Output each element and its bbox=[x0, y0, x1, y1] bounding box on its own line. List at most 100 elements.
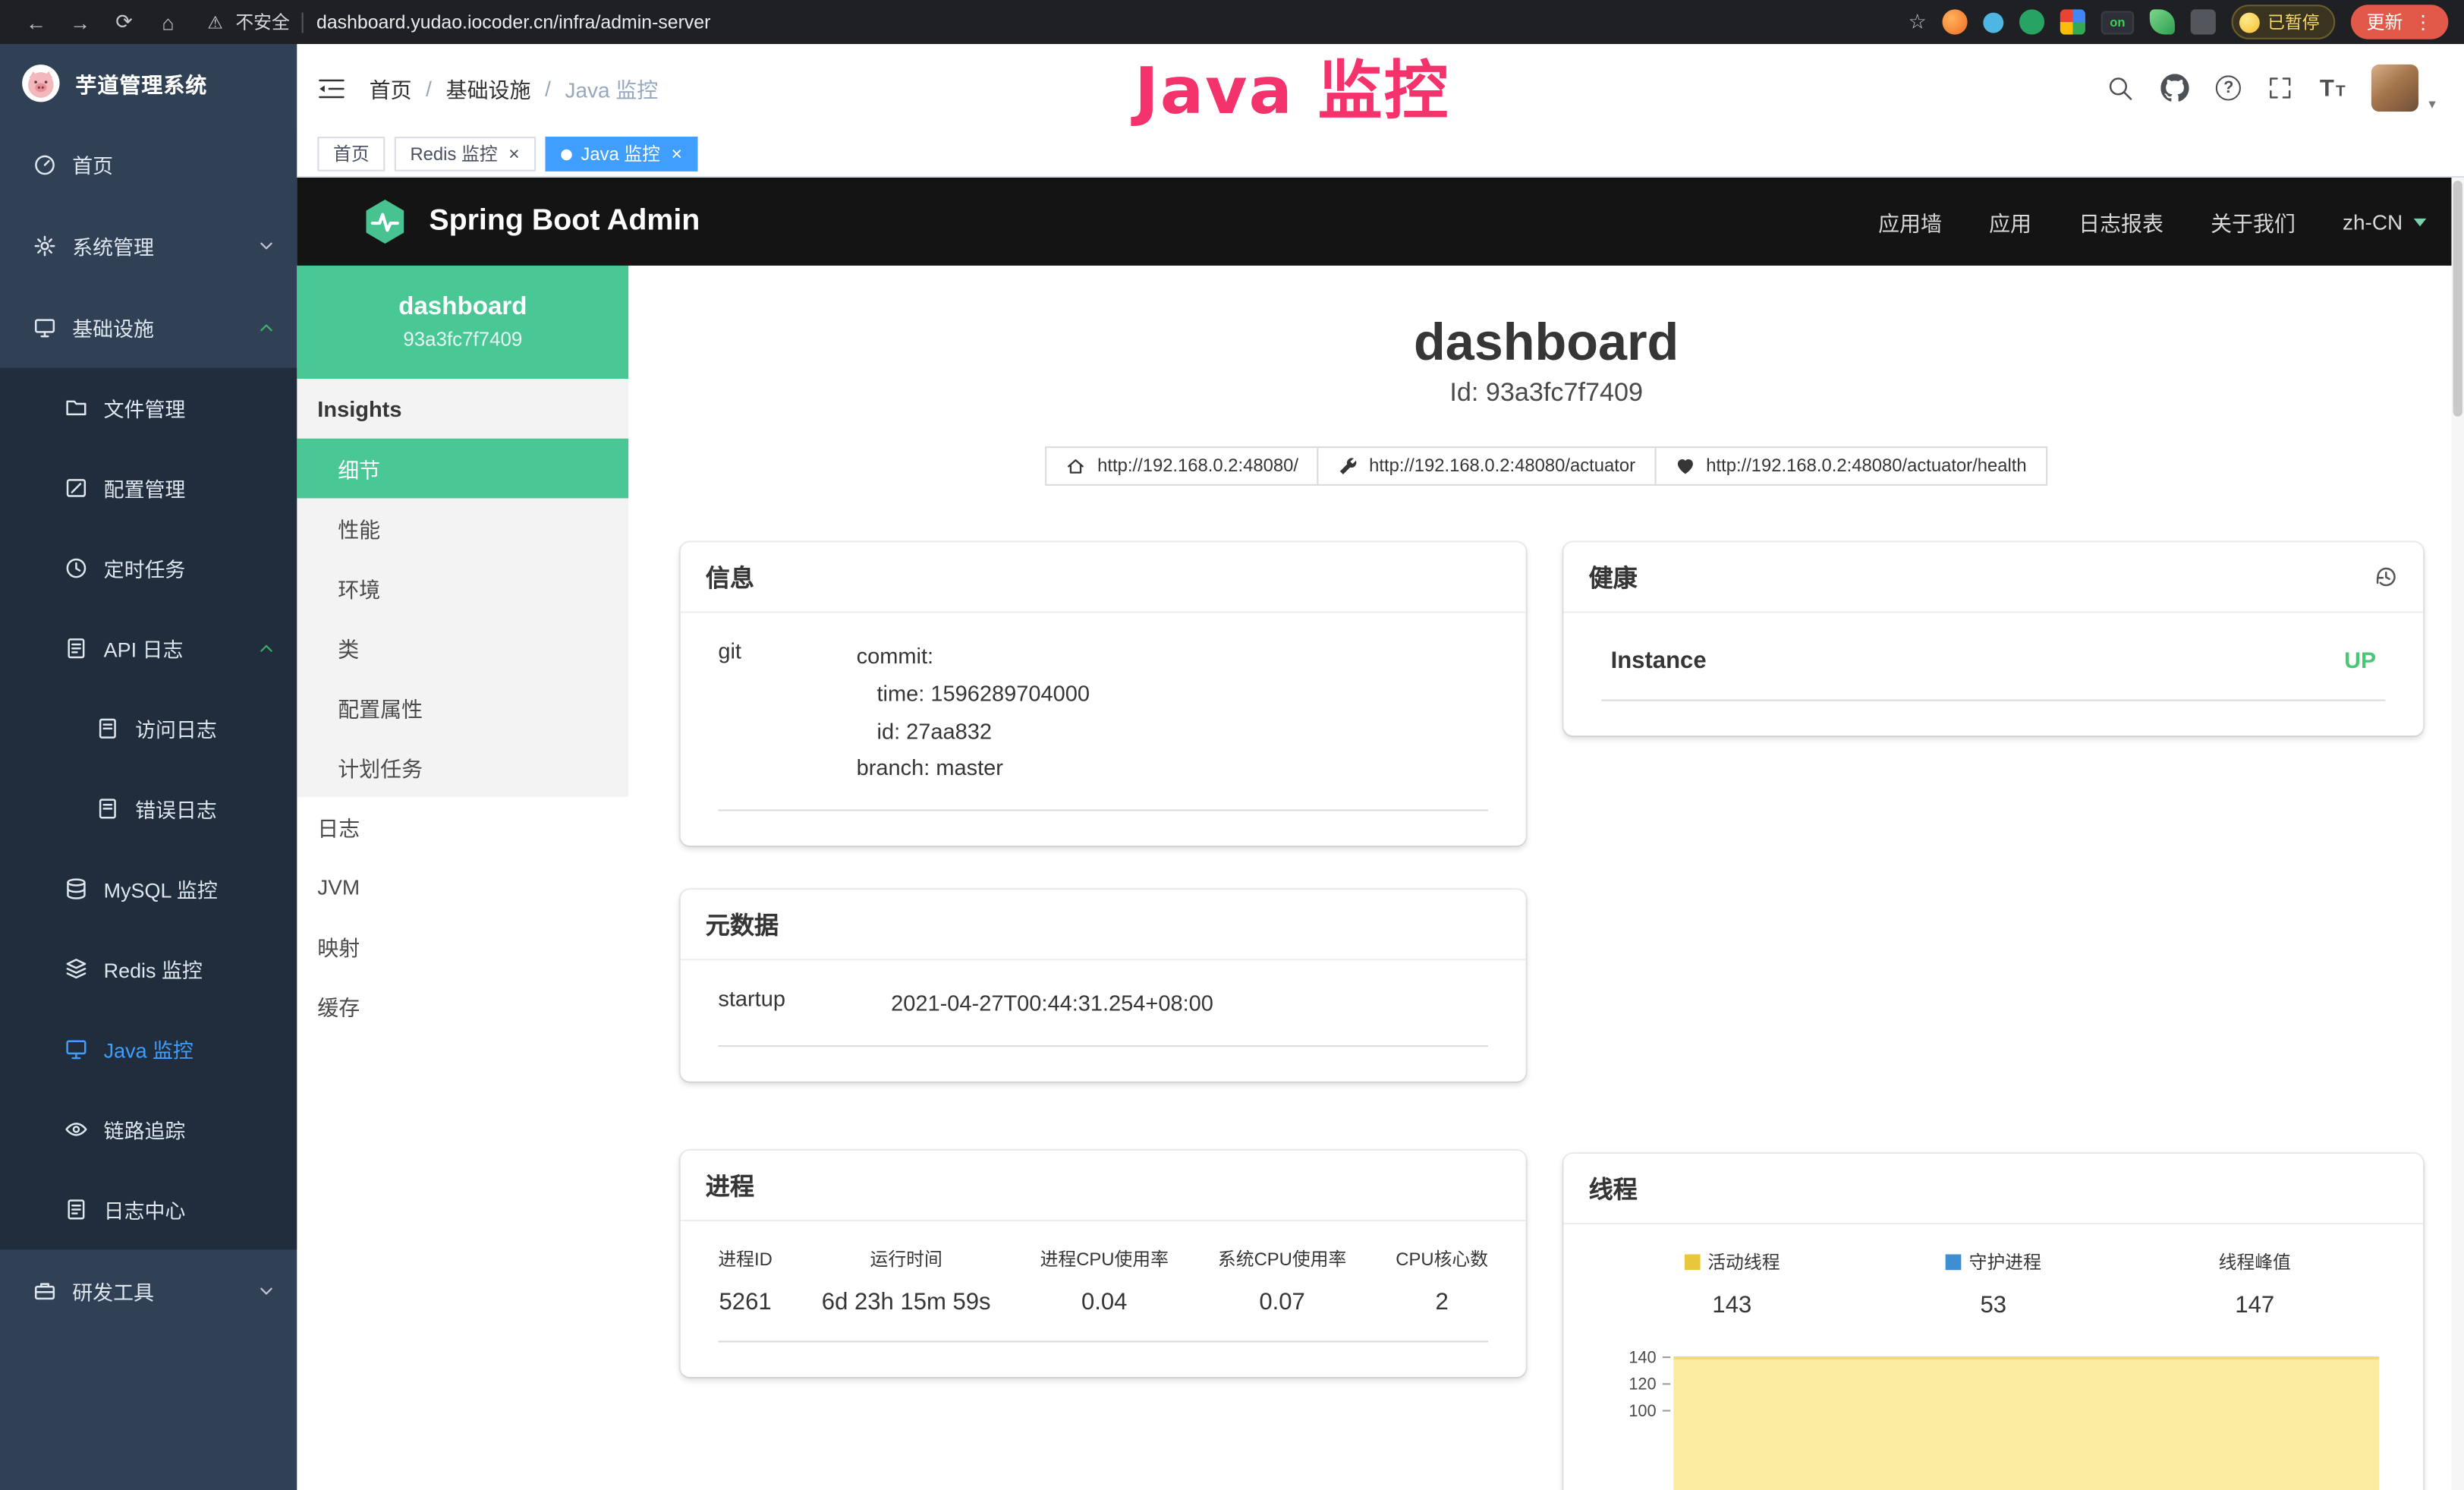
back-button[interactable]: ← bbox=[16, 3, 57, 41]
sidebar-item-infrastructure[interactable]: 基础设施 bbox=[0, 286, 297, 368]
font-size-icon[interactable]: TT bbox=[2320, 74, 2346, 101]
sidebar-item-log-center[interactable]: 日志中心 bbox=[0, 1170, 297, 1250]
stat-label: 进程ID bbox=[718, 1246, 772, 1271]
instance-home-link[interactable]: http://192.168.0.2:48080/ bbox=[1046, 446, 1319, 486]
sidebar-fold-icon[interactable] bbox=[317, 76, 345, 99]
user-avatar[interactable] bbox=[2372, 65, 2419, 112]
search-icon[interactable] bbox=[2107, 74, 2134, 101]
sidebar-item-dev-tools[interactable]: 研发工具 bbox=[0, 1249, 297, 1331]
reload-button[interactable]: ⟳ bbox=[104, 3, 145, 41]
sba-item-classes[interactable]: 类 bbox=[297, 618, 628, 678]
url-text[interactable]: dashboard.yudao.iocoder.cn/infra/admin-s… bbox=[316, 11, 710, 33]
sba-item-environment[interactable]: 环境 bbox=[297, 558, 628, 618]
security-label[interactable]: 不安全 bbox=[235, 9, 289, 34]
avatar-caret-icon[interactable]: ▾ bbox=[2428, 95, 2435, 112]
health-history-icon[interactable] bbox=[2373, 564, 2398, 589]
tick-mark bbox=[1663, 1410, 1670, 1412]
extension-on-badge-icon[interactable]: on bbox=[2101, 10, 2134, 33]
address-bar[interactable]: ⚠ 不安全 dashboard.yudao.iocoder.cn/infra/a… bbox=[207, 9, 1886, 34]
sidebar-item-scheduled-jobs[interactable]: 定时任务 bbox=[0, 528, 297, 609]
app-frame: 芋道管理系统 首页 系统管理 基础设施 bbox=[0, 44, 2464, 1490]
legend-value: 147 bbox=[2124, 1292, 2385, 1318]
stat-value: 0.07 bbox=[1218, 1289, 1346, 1315]
update-button[interactable]: 更新 ⋮ bbox=[2351, 5, 2448, 39]
github-icon[interactable] bbox=[2161, 74, 2189, 102]
extensions-puzzle-icon[interactable] bbox=[2191, 9, 2216, 34]
breadcrumb-home[interactable]: 首页 bbox=[370, 72, 412, 103]
info-key: git bbox=[718, 638, 856, 788]
heart-icon bbox=[1675, 456, 1695, 477]
sidebar-item-config-mgmt[interactable]: 配置管理 bbox=[0, 448, 297, 528]
browser-menu-icon[interactable]: ⋮ bbox=[2414, 11, 2433, 33]
sba-item-details[interactable]: 细节 bbox=[297, 439, 628, 499]
sba-instance-block[interactable]: dashboard 93a3fc7f7409 bbox=[297, 266, 628, 379]
sba-item-jvm[interactable]: JVM bbox=[297, 857, 628, 917]
sidebar-item-java-monitor[interactable]: Java 监控 bbox=[0, 1009, 297, 1089]
extension-grid-icon[interactable] bbox=[2060, 9, 2085, 34]
scrollbar-thumb[interactable] bbox=[2453, 181, 2462, 417]
sba-nav-applications[interactable]: 应用 bbox=[1989, 206, 2031, 237]
sidebar-item-error-logs[interactable]: 错误日志 bbox=[0, 769, 297, 849]
tag-redis-monitor[interactable]: Redis 监控 × bbox=[395, 137, 536, 172]
extension-leaf-icon[interactable] bbox=[2150, 9, 2175, 34]
metadata-card: 元数据 startup 2021-04-27T00:44:31.254+08:0… bbox=[681, 890, 1526, 1081]
sidebar-item-access-logs[interactable]: 访问日志 bbox=[0, 688, 297, 769]
sba-language-select[interactable]: zh-CN bbox=[2343, 209, 2426, 233]
breadcrumb-infrastructure[interactable]: 基础设施 bbox=[446, 72, 531, 103]
tag-close-icon[interactable]: × bbox=[508, 145, 520, 164]
app-logo[interactable]: 芋道管理系统 bbox=[0, 44, 297, 123]
sidebar-item-mysql-monitor[interactable]: MySQL 监控 bbox=[0, 849, 297, 929]
process-card: 进程 进程ID 5261 bbox=[681, 1151, 1526, 1377]
sba-item-mappings[interactable]: 映射 bbox=[297, 916, 628, 976]
home-button[interactable]: ⌂ bbox=[148, 3, 189, 41]
bookmark-star-icon[interactable]: ☆ bbox=[1909, 9, 1927, 34]
sba-item-caches[interactable]: 缓存 bbox=[297, 976, 628, 1036]
extension-blue-icon[interactable] bbox=[1983, 12, 2003, 33]
sidebar-item-home[interactable]: 首页 bbox=[0, 123, 297, 205]
sba-nav-wallboard[interactable]: 应用墙 bbox=[1878, 206, 1942, 237]
sidebar-item-redis-monitor[interactable]: Redis 监控 bbox=[0, 929, 297, 1010]
sba-item-config-props[interactable]: 配置属性 bbox=[297, 678, 628, 738]
sba-nav-journal[interactable]: 日志报表 bbox=[2079, 206, 2163, 237]
tag-java-monitor[interactable]: Java 监控 × bbox=[545, 137, 698, 172]
sba-brand[interactable]: Spring Boot Admin bbox=[360, 197, 700, 247]
sidebar-item-label: 错误日志 bbox=[135, 794, 217, 824]
process-stat-cpu: 进程CPU使用率 0.04 bbox=[1040, 1246, 1169, 1315]
sidebar-item-label: API 日志 bbox=[104, 634, 184, 663]
instance-id-line: Id: 93a3fc7f7409 bbox=[628, 379, 2464, 408]
cards-left-column: 信息 git commit: time: 1596289704000 bbox=[681, 542, 1526, 1377]
info-value: commit: time: 1596289704000 id: 27aa832 … bbox=[857, 638, 1090, 788]
sidebar-item-system-mgmt[interactable]: 系统管理 bbox=[0, 204, 297, 286]
instance-title: dashboard bbox=[628, 313, 2464, 373]
health-instance-row[interactable]: Instance UP bbox=[1601, 638, 2385, 701]
emoji-face-icon bbox=[2239, 12, 2260, 33]
sba-nav: 应用墙 应用 日志报表 关于我们 zh-CN bbox=[1878, 206, 2426, 237]
instance-health-link[interactable]: http://192.168.0.2:48080/actuator/health bbox=[1654, 446, 2047, 486]
git-commit-id: id: 27aa832 bbox=[857, 713, 1090, 750]
sba-item-scheduled-tasks[interactable]: 计划任务 bbox=[297, 737, 628, 797]
sba-nav-about[interactable]: 关于我们 bbox=[2211, 206, 2296, 237]
git-commit-label: commit: bbox=[857, 638, 1090, 676]
sba-item-performance[interactable]: 性能 bbox=[297, 498, 628, 558]
app-title: 芋道管理系统 bbox=[75, 68, 207, 99]
help-icon[interactable]: ? bbox=[2216, 75, 2241, 100]
sidebar-item-api-logs[interactable]: API 日志 bbox=[0, 608, 297, 688]
metadata-key: startup bbox=[718, 986, 891, 1023]
extension-fox-icon[interactable] bbox=[1943, 9, 1968, 34]
tag-close-icon[interactable]: × bbox=[671, 145, 682, 164]
process-card-header: 进程 bbox=[681, 1151, 1526, 1221]
breadcrumb-current: Java 监控 bbox=[565, 72, 659, 103]
extension-green-icon[interactable] bbox=[2019, 9, 2044, 34]
paused-badge[interactable]: 已暂停 bbox=[2232, 5, 2336, 39]
infrastructure-submenu: 文件管理 配置管理 定时任务 API 日志 bbox=[0, 368, 297, 1250]
instance-actuator-link[interactable]: http://192.168.0.2:48080/actuator bbox=[1317, 446, 1656, 486]
tag-home[interactable]: 首页 bbox=[317, 137, 385, 172]
sidebar-item-tracing[interactable]: 链路追踪 bbox=[0, 1089, 297, 1170]
sidebar-item-file-mgmt[interactable]: 文件管理 bbox=[0, 368, 297, 449]
fullscreen-icon[interactable] bbox=[2268, 75, 2293, 100]
stat-value: 2 bbox=[1396, 1289, 1488, 1315]
sba-item-logs[interactable]: 日志 bbox=[297, 797, 628, 857]
legend-blue-swatch bbox=[1946, 1254, 1962, 1270]
chevron-down-icon bbox=[258, 1282, 275, 1299]
forward-button[interactable]: → bbox=[60, 3, 101, 41]
